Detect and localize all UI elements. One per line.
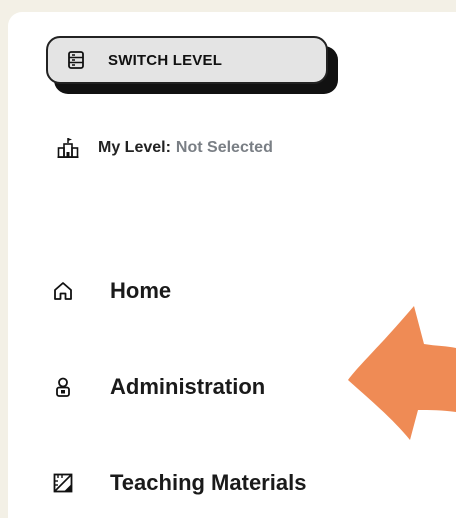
- sidebar-item-administration-label: Administration: [110, 374, 266, 399]
- my-level-row: My Level: Not Selected: [56, 136, 273, 160]
- sidebar-item-administration[interactable]: Administration: [52, 374, 265, 400]
- my-level-value: Not Selected: [175, 139, 273, 156]
- my-level-label: My Level:: [98, 139, 171, 156]
- switch-level-button[interactable]: SWITCH LEVEL: [46, 36, 328, 84]
- switch-level-container: SWITCH LEVEL: [46, 36, 338, 94]
- home-icon: [52, 280, 74, 302]
- school-building-icon: [56, 136, 80, 160]
- switch-level-label: SWITCH LEVEL: [108, 51, 223, 69]
- admin-user-icon: [52, 376, 74, 398]
- sidebar-item-home[interactable]: Home: [52, 278, 171, 304]
- database-icon: [66, 50, 86, 70]
- sidebar-item-teaching-materials-label: Teaching Materials: [110, 470, 307, 495]
- sidebar-item-home-label: Home: [110, 278, 172, 303]
- arrow-pointer-icon: [348, 306, 456, 440]
- sidebar-item-teaching-materials[interactable]: Teaching Materials: [52, 470, 306, 496]
- drafting-ruler-icon: [52, 472, 74, 494]
